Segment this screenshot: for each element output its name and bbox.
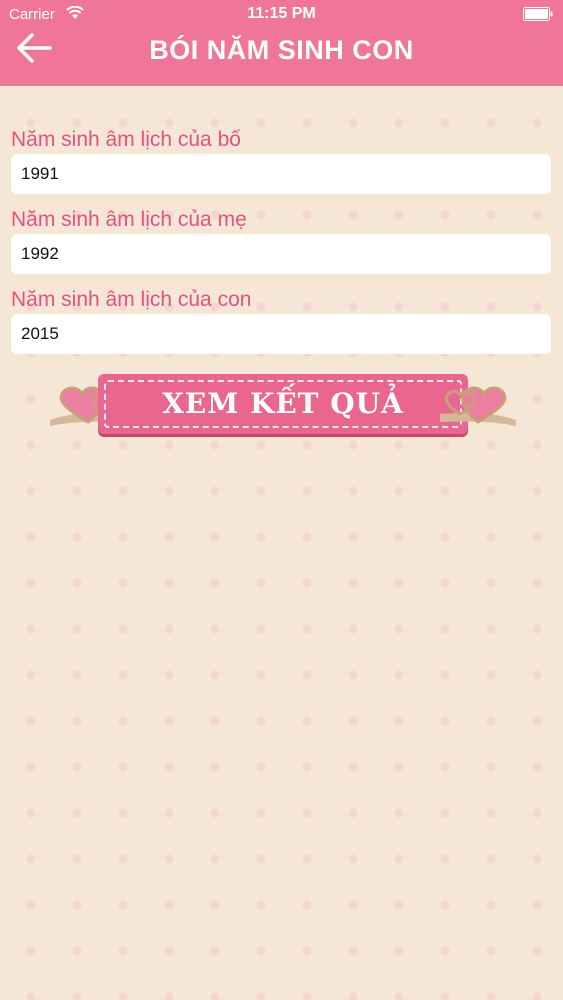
header-scallop-edge bbox=[0, 70, 563, 82]
mother-year-label: Năm sinh âm lịch của mẹ bbox=[11, 208, 247, 231]
mother-year-input[interactable] bbox=[11, 234, 551, 274]
page-title: BÓI NĂM SINH CON bbox=[149, 35, 414, 65]
father-year-input[interactable] bbox=[11, 154, 551, 194]
child-year-input[interactable] bbox=[11, 314, 551, 354]
view-result-button[interactable]: XEM KẾT QUẢ bbox=[48, 366, 518, 442]
result-button-label: XEM KẾT QUẢ bbox=[162, 387, 404, 420]
battery-icon bbox=[523, 7, 553, 21]
hearts-icon bbox=[440, 386, 516, 426]
result-ribbon: XEM KẾT QUẢ bbox=[98, 374, 468, 434]
child-year-label: Năm sinh âm lịch của con bbox=[11, 288, 252, 311]
status-time: 11:15 PM bbox=[247, 5, 316, 22]
father-year-label: Năm sinh âm lịch của bố bbox=[11, 128, 241, 151]
status-bar: Carrier 11:15 PM bbox=[0, 0, 563, 30]
